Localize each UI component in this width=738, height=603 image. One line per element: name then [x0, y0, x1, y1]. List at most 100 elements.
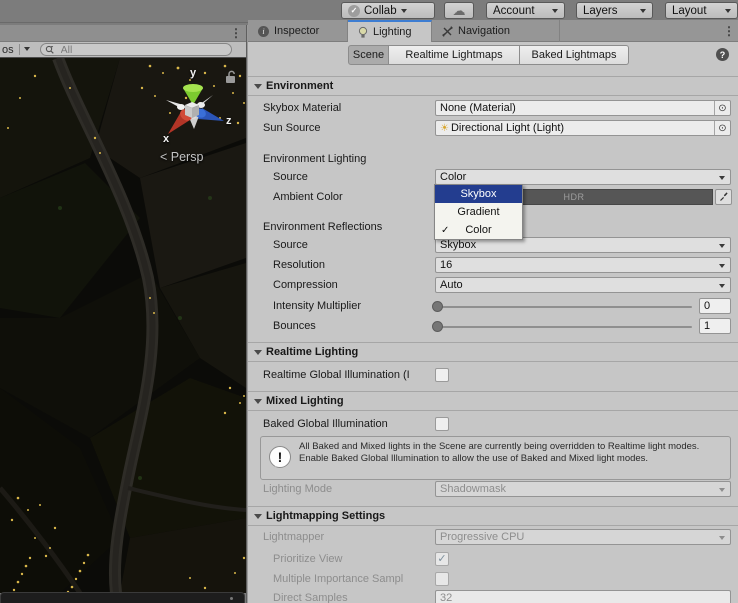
lighting-mode-dropdown[interactable]: Shadowmask	[435, 481, 731, 497]
lighting-mode-row: Lighting Mode Shadowmask	[248, 481, 738, 499]
panel-menu-icon[interactable]: ⋮	[723, 25, 735, 37]
gizmos-dropdown-arrow-icon[interactable]	[23, 47, 30, 54]
field-label: Prioritize View	[273, 553, 343, 565]
dropdown-arrow-icon	[552, 9, 558, 16]
skybox-material-field[interactable]: None (Material) ⊙	[435, 100, 731, 116]
lock-icon[interactable]	[226, 70, 235, 83]
layers-button[interactable]: Layers	[576, 2, 653, 19]
field-label: Lighting Mode	[263, 483, 333, 495]
section-lightmapping-settings[interactable]: Lightmapping Settings	[248, 506, 738, 526]
field-label: Skybox Material	[263, 102, 342, 114]
section-title: Lightmapping Settings	[266, 510, 386, 522]
scene-bottom-bar	[0, 592, 245, 603]
lightmapper-dropdown[interactable]: Progressive CPU	[435, 529, 731, 545]
collab-button[interactable]: ✓ Collab	[341, 2, 435, 19]
section-mixed-lighting[interactable]: Mixed Lighting	[248, 391, 738, 411]
axis-y-label: y	[190, 67, 197, 79]
bounces-value-field[interactable]: 1	[699, 318, 731, 334]
multiple-importance-checkbox[interactable]	[435, 572, 449, 586]
baked-gi-row: Baked Global Illumination	[248, 416, 738, 434]
panel-menu-icon[interactable]: ⋮	[230, 27, 242, 39]
collab-label: Collab	[364, 4, 397, 17]
subtab-scene[interactable]: Scene	[348, 45, 389, 65]
layout-button[interactable]: Layout	[665, 2, 738, 19]
field-value: Color	[440, 171, 467, 183]
section-title: Realtime Lighting	[266, 346, 359, 358]
field-label: Intensity Multiplier	[273, 300, 362, 312]
help-icon[interactable]: ?	[716, 48, 729, 61]
intensity-slider-track[interactable]	[436, 306, 692, 308]
cloud-services-button[interactable]: ☁	[444, 2, 474, 19]
field-label: Resolution	[273, 259, 325, 271]
lightmapper-row: Lightmapper Progressive CPU	[248, 529, 738, 547]
sun-source-row: Sun Source ☀ Directional Light (Light) ⊙	[248, 120, 738, 138]
bottom-bar-dot	[230, 597, 233, 600]
baked-gi-checkbox[interactable]	[435, 417, 449, 431]
tab-lighting[interactable]: Lighting	[348, 20, 432, 42]
axis-z-label: z	[226, 115, 232, 127]
collab-check-icon: ✓	[348, 4, 360, 17]
tab-inspector[interactable]: i Inspector	[248, 20, 348, 42]
compression-row: Compression Auto	[248, 277, 738, 295]
foldout-arrow-icon	[254, 350, 262, 359]
object-picker-icon[interactable]: ⊙	[714, 121, 730, 135]
object-picker-icon[interactable]: ⊙	[714, 101, 730, 115]
field-value: 32	[440, 592, 453, 603]
env-lighting-source-dropdown[interactable]: Color	[435, 169, 731, 185]
account-button[interactable]: Account	[486, 2, 565, 19]
sun-source-field[interactable]: ☀ Directional Light (Light) ⊙	[435, 120, 731, 136]
dropdown-arrow-icon	[725, 9, 731, 16]
bounces-slider-handle[interactable]	[432, 321, 443, 332]
menu-item-color[interactable]: ✓ Color	[435, 221, 522, 239]
compression-dropdown[interactable]: Auto	[435, 277, 731, 293]
dropdown-arrow-icon	[719, 488, 725, 495]
lighting-subtabs: Scene Realtime Lightmaps Baked Lightmaps…	[248, 45, 738, 65]
orientation-gizmo[interactable]	[0, 58, 246, 178]
realtime-gi-row: Realtime Global Illumination (I	[248, 367, 738, 385]
resolution-row: Resolution 16	[248, 257, 738, 275]
direct-samples-row: Direct Samples 32	[248, 590, 738, 603]
layers-label: Layers	[583, 4, 618, 17]
section-title: Mixed Lighting	[266, 395, 344, 407]
panel-menu-icon[interactable]: ⋮	[733, 49, 738, 61]
field-label: Bounces	[273, 320, 316, 332]
field-value: Shadowmask	[440, 483, 507, 495]
field-label: Source	[273, 239, 308, 251]
lightbulb-icon	[358, 26, 368, 38]
intensity-slider-handle[interactable]	[432, 301, 443, 312]
bounces-slider-track[interactable]	[436, 326, 692, 328]
foldout-arrow-icon	[254, 84, 262, 93]
dropdown-arrow-icon	[719, 244, 725, 251]
info-icon: i	[258, 25, 269, 37]
prioritize-view-row: Prioritize View ✓	[248, 551, 738, 569]
bounces-row: Bounces 1	[248, 318, 738, 336]
menu-item-label: Color	[465, 224, 492, 236]
section-environment[interactable]: Environment	[248, 76, 738, 96]
scene-viewport[interactable]: y x z < Persp	[0, 57, 246, 593]
intensity-value-field[interactable]: 0	[699, 298, 731, 314]
menu-item-skybox[interactable]: Skybox	[435, 185, 522, 203]
perspective-label[interactable]: < Persp	[160, 150, 203, 164]
eyedropper-button[interactable]	[715, 189, 732, 205]
realtime-gi-checkbox[interactable]	[435, 368, 449, 382]
intensity-multiplier-row: Intensity Multiplier 0	[248, 298, 738, 316]
section-realtime-lighting[interactable]: Realtime Lighting	[248, 342, 738, 362]
menu-item-gradient[interactable]: Gradient	[435, 203, 522, 221]
direct-samples-field[interactable]: 32	[435, 590, 731, 603]
tab-navigation[interactable]: Navigation	[432, 20, 560, 42]
scene-search-field[interactable]	[39, 42, 232, 57]
field-label: Source	[273, 171, 308, 183]
field-label: Realtime Global Illumination (I	[263, 369, 410, 381]
search-input[interactable]	[58, 42, 213, 57]
account-label: Account	[493, 4, 535, 17]
dropdown-arrow-icon	[640, 9, 646, 16]
resolution-dropdown[interactable]: 16	[435, 257, 731, 273]
field-value: Auto	[440, 279, 463, 291]
subtab-baked-lightmaps[interactable]: Baked Lightmaps	[520, 45, 629, 65]
field-label: Ambient Color	[273, 191, 343, 203]
panel-tabbar: i Inspector Lighting Navigation ⋮	[248, 20, 738, 42]
prioritize-view-checkbox[interactable]: ✓	[435, 552, 449, 566]
gizmos-button[interactable]: os	[2, 44, 14, 56]
subtab-realtime-lightmaps[interactable]: Realtime Lightmaps	[389, 45, 520, 65]
eyedropper-icon	[719, 192, 728, 201]
